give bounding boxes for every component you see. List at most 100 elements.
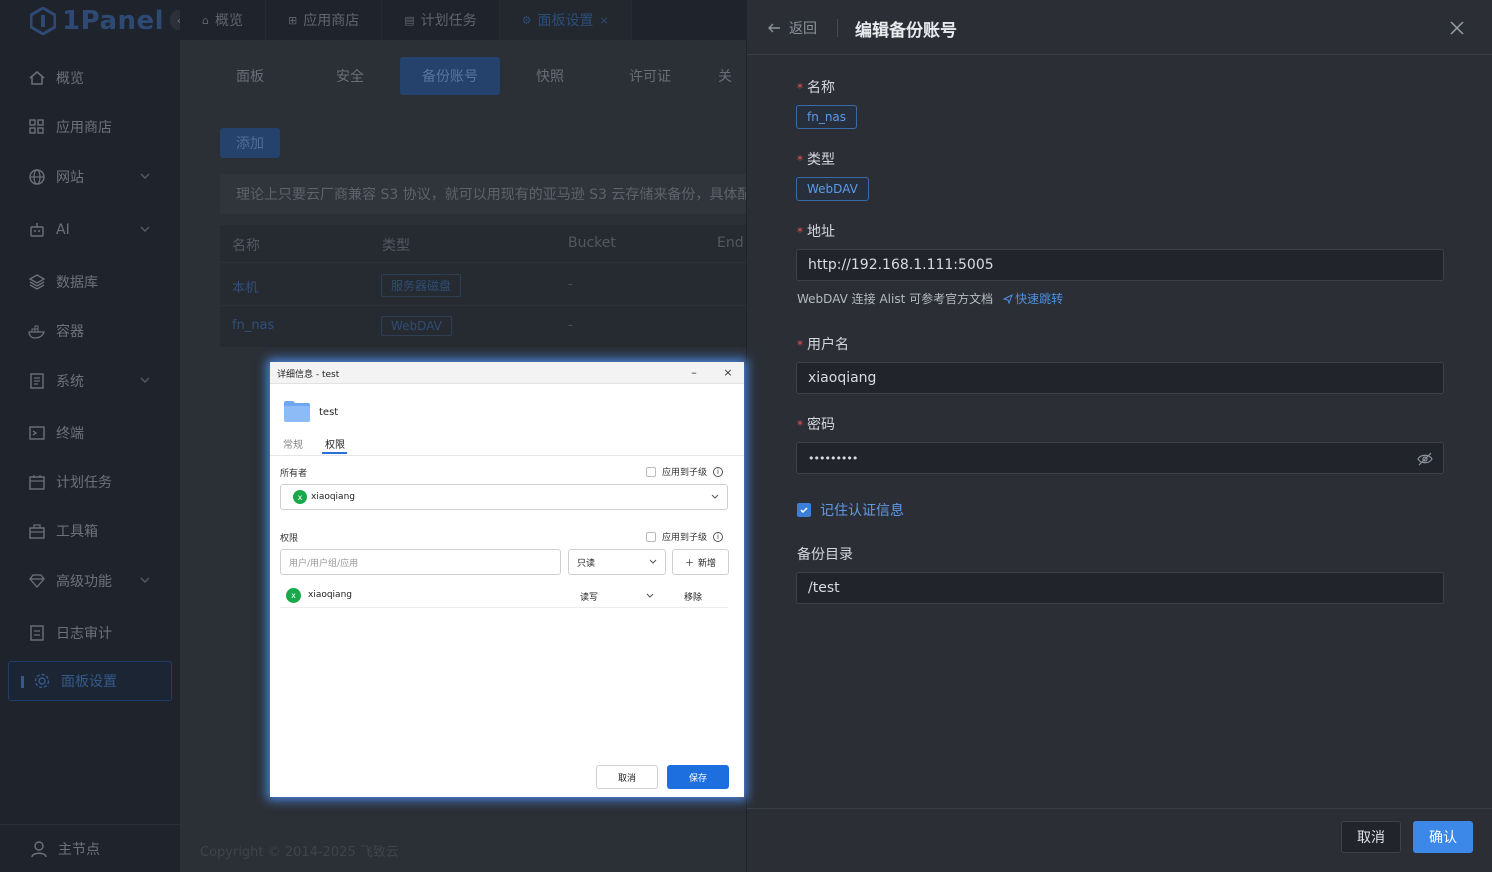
sidebar-item-terminal[interactable]: 终端 xyxy=(8,413,172,453)
sidebar-item-label: 容器 xyxy=(56,324,84,340)
back-button[interactable]: 返回 xyxy=(767,18,817,38)
gear-icon xyxy=(33,672,51,690)
perm-level-select[interactable]: 读写 xyxy=(580,590,598,603)
drawer-header: 返回 编辑备份账号 xyxy=(747,0,1492,55)
tab-cron[interactable]: ▤ 计划任务 xyxy=(382,0,500,40)
owner-apply-to-children[interactable]: 应用到子级 i xyxy=(646,465,724,478)
logo-text: 1Panel xyxy=(62,6,165,36)
copyright: Copyright © 2014-2025 飞致云 xyxy=(200,845,399,860)
drawer-title: 编辑备份账号 xyxy=(855,21,957,41)
checkmark-icon xyxy=(797,503,811,517)
logo[interactable]: 1Panel xyxy=(30,6,164,36)
sidebar-item-label: 概览 xyxy=(56,71,84,87)
apply-checkbox[interactable] xyxy=(646,466,656,477)
sidebar-item-label: 系统 xyxy=(56,374,84,390)
backup-accounts-table: 名称 类型 Bucket End 本机 服务器磁盘 - fn_nas WebDA… xyxy=(220,225,750,347)
tab-panel-settings[interactable]: ⚙ 面板设置 × xyxy=(499,0,632,40)
row-name-link[interactable]: 本机 xyxy=(232,277,258,296)
arrow-left-icon xyxy=(768,23,780,33)
calendar-icon: ▤ xyxy=(404,13,415,27)
perm-apply-to-children[interactable]: 应用到子级 i xyxy=(646,530,724,543)
chevron-down-icon xyxy=(140,173,150,179)
drawer-footer: 取消 确认 xyxy=(747,808,1492,872)
column-header: End xyxy=(717,235,744,251)
password-input[interactable]: ••••••••• xyxy=(796,442,1444,474)
hexagon-logo-icon xyxy=(30,7,56,35)
quick-jump-link[interactable]: 快速跳转 xyxy=(1003,290,1063,307)
user-icon xyxy=(30,840,48,858)
apply-label: 应用到子级 xyxy=(662,533,708,543)
sidebar-item-app-store[interactable]: 应用商店 xyxy=(8,107,172,147)
sidebar-item-toolbox[interactable]: 工具箱 xyxy=(8,511,172,551)
remember-auth-checkbox[interactable]: 记住认证信息 xyxy=(797,500,904,520)
row-name-link[interactable]: fn_nas xyxy=(232,318,274,333)
chevron-down-icon xyxy=(140,226,150,232)
type-tag: WebDAV xyxy=(796,177,869,201)
backup-dir-value: /test xyxy=(808,580,840,596)
sidebar-item-database[interactable]: 数据库 xyxy=(8,262,172,302)
subtab-backup-account[interactable]: 备份账号 xyxy=(400,57,500,95)
subtab-snapshot[interactable]: 快照 xyxy=(500,57,600,95)
node-label: 主节点 xyxy=(58,841,100,858)
eye-off-icon[interactable] xyxy=(1417,451,1433,467)
dialog-save-button[interactable]: 保存 xyxy=(667,765,729,789)
subtab-panel[interactable]: 面板 xyxy=(200,57,300,95)
remember-label: 记住认证信息 xyxy=(820,503,904,519)
sidebar-item-cron[interactable]: 计划任务 xyxy=(8,462,172,502)
subtab-about[interactable]: 关 xyxy=(700,57,750,95)
node-switcher[interactable]: 主节点 xyxy=(0,824,180,872)
perm-user: xiaoqiang xyxy=(308,590,352,600)
grid-icon xyxy=(28,118,46,136)
hint-text: WebDAV 连接 Alist 可参考官方文档 xyxy=(797,292,994,306)
plus-icon: ＋ xyxy=(684,558,694,569)
tab-label: 概览 xyxy=(214,13,243,29)
owner-select[interactable]: x xiaoqiang xyxy=(280,484,728,510)
bucket-cell: - xyxy=(568,318,573,333)
active-tab-indicator xyxy=(322,452,347,454)
address-input[interactable]: http://192.168.1.111:5005 xyxy=(796,249,1444,281)
apply-checkbox[interactable] xyxy=(646,531,656,542)
sidebar-item-panel-settings[interactable]: 面板设置 xyxy=(8,661,172,701)
sidebar-item-ai[interactable]: AI xyxy=(8,210,172,250)
close-icon[interactable]: × xyxy=(599,14,608,27)
confirm-button[interactable]: 确认 xyxy=(1413,821,1473,853)
divider xyxy=(220,262,750,263)
add-permission-button[interactable]: ＋新增 xyxy=(672,549,729,575)
sidebar-item-container[interactable]: 容器 xyxy=(8,311,172,351)
tab-overview[interactable]: ⌂ 概览 xyxy=(180,0,266,40)
document-icon xyxy=(28,372,46,390)
sidebar-item-label: 日志审计 xyxy=(56,626,112,642)
cancel-button[interactable]: 取消 xyxy=(1341,821,1401,853)
info-icon[interactable]: i xyxy=(713,531,724,542)
user-search-input[interactable]: 用户/用户组/应用 xyxy=(280,549,561,575)
sidebar-item-website[interactable]: 网站 xyxy=(8,157,172,197)
sidebar-item-system[interactable]: 系统 xyxy=(8,361,172,401)
sidebar-item-advanced[interactable]: 高级功能 xyxy=(8,561,172,601)
close-icon[interactable] xyxy=(1447,18,1467,38)
sidebar-item-log-audit[interactable]: 日志审计 xyxy=(8,613,172,653)
tab-app-store[interactable]: ⊞ 应用商店 xyxy=(266,0,383,40)
owner-value: xiaoqiang xyxy=(311,492,355,502)
divider xyxy=(837,19,838,37)
divider xyxy=(220,305,750,306)
subtab-license[interactable]: 许可证 xyxy=(600,57,700,95)
top-tab-bar: ⌂ 概览 ⊞ 应用商店 ▤ 计划任务 ⚙ 面板设置 × xyxy=(180,0,750,40)
dialog-cancel-button[interactable]: 取消 xyxy=(596,765,658,789)
close-icon[interactable]: × xyxy=(718,364,738,380)
tab-general[interactable]: 常规 xyxy=(283,436,303,451)
info-icon[interactable]: i xyxy=(713,466,724,477)
add-button[interactable]: 添加 xyxy=(220,128,280,158)
sidebar-item-overview[interactable]: 概览 xyxy=(8,58,172,98)
remove-link[interactable]: 移除 xyxy=(684,590,702,603)
minimize-icon[interactable]: – xyxy=(684,364,704,380)
permissions-label: 权限 xyxy=(280,534,299,544)
sidebar-item-label: 高级功能 xyxy=(56,574,112,590)
permission-select[interactable]: 只读 xyxy=(568,549,666,575)
tab-permissions[interactable]: 权限 xyxy=(325,436,345,451)
send-icon xyxy=(1003,293,1014,304)
username-input[interactable]: xiaoqiang xyxy=(796,362,1444,394)
permission-row: x xiaoqiang 读写 移除 xyxy=(280,584,728,608)
subtab-security[interactable]: 安全 xyxy=(300,57,400,95)
settings-subtabs: 面板 安全 备份账号 快照 许可证 关 xyxy=(200,57,750,95)
backup-dir-input[interactable]: /test xyxy=(796,572,1444,604)
